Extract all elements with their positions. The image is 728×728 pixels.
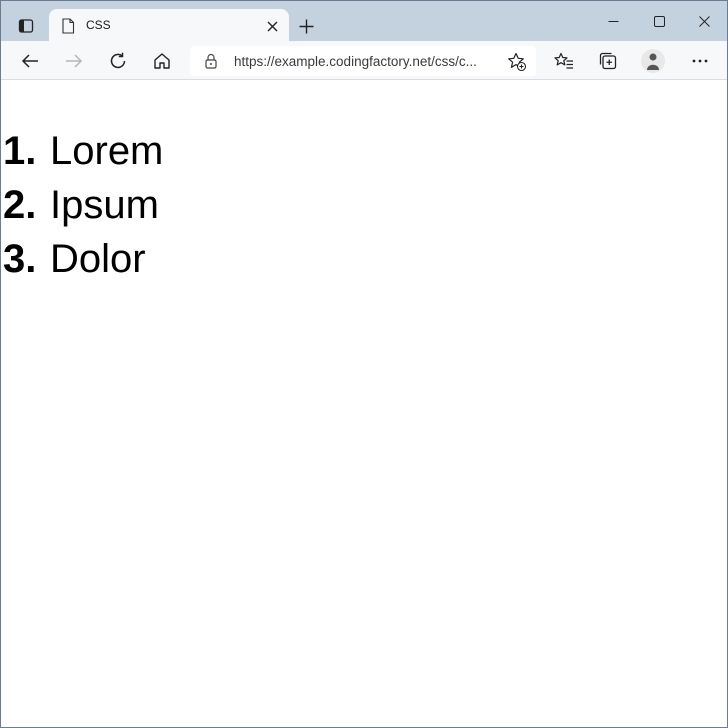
close-icon (267, 21, 277, 31)
list-number: 3. (3, 237, 37, 281)
reload-button[interactable] (103, 46, 133, 76)
browser-toolbar: https://example.codingfactory.net/css/c.… (1, 41, 727, 80)
home-icon (154, 53, 170, 69)
more-icon (692, 59, 708, 63)
lock-icon (205, 53, 217, 69)
page-content: 1. Lorem 2. Ipsum 3. Dolor (1, 81, 727, 727)
maximize-button[interactable] (636, 5, 682, 37)
address-bar[interactable]: https://example.codingfactory.net/css/c.… (190, 46, 536, 76)
avatar (641, 49, 665, 73)
new-tab-button[interactable] (293, 13, 319, 39)
back-button[interactable] (15, 46, 45, 76)
browser-window: CSS https://example.codingfactory.net/cs… (0, 0, 728, 728)
page-icon (62, 18, 75, 34)
list-number: 1. (3, 129, 37, 173)
tab-title: CSS (86, 18, 111, 32)
plus-icon (299, 19, 313, 33)
tab-strip: CSS (1, 1, 727, 42)
forward-button[interactable] (59, 46, 89, 76)
profile-button[interactable] (638, 46, 668, 76)
list-number: 2. (3, 183, 37, 227)
list-item: 3. Dolor (3, 237, 163, 291)
reload-icon (110, 52, 126, 69)
favorites-icon (554, 52, 573, 69)
list-text: Dolor (50, 237, 146, 281)
collections-icon (599, 52, 617, 70)
back-arrow-icon (21, 54, 38, 68)
tab-actions-icon (18, 19, 34, 33)
collections-button[interactable] (593, 46, 623, 76)
home-button[interactable] (147, 46, 177, 76)
more-button[interactable] (685, 46, 715, 76)
favorites-button[interactable] (549, 46, 579, 76)
add-favorite-button[interactable] (506, 51, 528, 73)
close-tab-button[interactable] (263, 17, 281, 35)
list-text: Ipsum (50, 183, 159, 227)
close-window-button[interactable] (681, 5, 727, 37)
tab-css[interactable]: CSS (49, 9, 289, 42)
profile-icon (647, 53, 659, 70)
ordered-list: 1. Lorem 2. Ipsum 3. Dolor (3, 129, 163, 291)
list-item: 2. Ipsum (3, 183, 163, 237)
tab-actions-button[interactable] (13, 13, 39, 39)
list-text: Lorem (50, 129, 164, 173)
star-add-icon (508, 52, 527, 72)
list-item: 1. Lorem (3, 129, 163, 183)
minimize-button[interactable] (590, 5, 636, 37)
maximize-icon (653, 15, 665, 27)
url-text[interactable]: https://example.codingfactory.net/css/c.… (234, 54, 490, 69)
minimize-icon (608, 20, 618, 22)
forward-arrow-icon (66, 54, 83, 68)
close-icon (698, 15, 710, 27)
